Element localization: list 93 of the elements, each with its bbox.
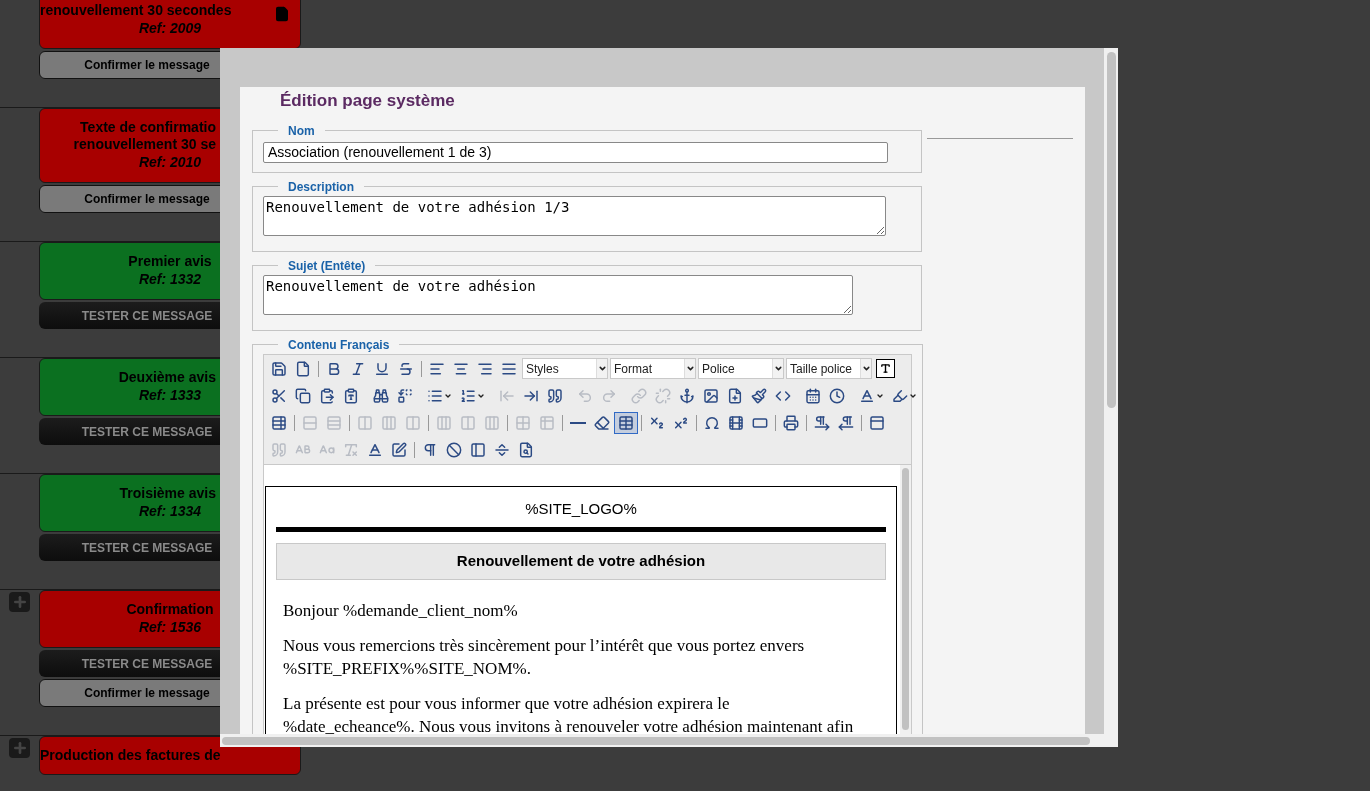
calendar-icon bbox=[805, 387, 821, 404]
letter-a-icon bbox=[367, 441, 383, 458]
columns-icon bbox=[484, 414, 500, 431]
caret-icon bbox=[597, 364, 607, 373]
link-icon bbox=[631, 387, 647, 404]
card-title: Confirmation bbox=[126, 601, 214, 618]
undo-icon bbox=[577, 387, 593, 404]
copy-icon bbox=[295, 387, 311, 404]
remove-format-icon bbox=[343, 441, 359, 458]
document-icon[interactable] bbox=[274, 6, 290, 22]
rows-icon bbox=[326, 414, 342, 431]
horizontal-line-icon bbox=[570, 421, 586, 424]
redo-icon bbox=[601, 387, 617, 404]
replace-icon bbox=[397, 387, 413, 404]
format-select[interactable]: Format bbox=[610, 358, 696, 379]
template-icon bbox=[869, 414, 885, 431]
card-title: Texte de confirmatio bbox=[80, 119, 216, 136]
quote-icon bbox=[547, 387, 563, 404]
no-entry-icon bbox=[446, 441, 462, 458]
card-title: Deuxième avis bbox=[118, 369, 216, 386]
page-icon bbox=[295, 360, 311, 377]
binoculars-icon bbox=[373, 387, 389, 404]
pilcrow-right-icon bbox=[814, 414, 830, 431]
card-ref: Ref: 1334 bbox=[138, 502, 202, 521]
anchor-icon bbox=[679, 387, 695, 404]
underline-icon bbox=[374, 360, 390, 377]
plus-icon bbox=[11, 740, 28, 756]
card-ref: Ref: 1536 bbox=[138, 618, 202, 637]
strikethrough-icon bbox=[398, 360, 414, 377]
letter-t-icon bbox=[880, 363, 891, 374]
file-plus-icon bbox=[727, 387, 743, 404]
preview-icon bbox=[518, 441, 534, 458]
scissors-icon bbox=[271, 387, 287, 404]
paste-icon bbox=[319, 387, 335, 404]
scrollbar[interactable] bbox=[1104, 48, 1118, 747]
caret-icon bbox=[685, 364, 695, 373]
plus-icon bbox=[11, 594, 28, 610]
columns-icon bbox=[381, 414, 397, 431]
card-title: renouvellement 30 secondes bbox=[40, 2, 232, 19]
layout-icon bbox=[470, 441, 486, 458]
card-ref: Ref: 1333 bbox=[138, 386, 202, 405]
bold-icon bbox=[326, 360, 342, 377]
unlink-icon bbox=[655, 387, 671, 404]
toolbar-button[interactable] bbox=[876, 359, 895, 378]
rows-icon bbox=[302, 414, 318, 431]
columns-icon bbox=[460, 414, 476, 431]
printer-icon bbox=[783, 414, 799, 431]
pilcrow-icon bbox=[422, 441, 438, 458]
pilcrow-left-icon bbox=[838, 414, 854, 431]
page-break-icon bbox=[494, 441, 510, 458]
clock-icon bbox=[829, 387, 845, 404]
caret-icon bbox=[861, 364, 871, 373]
card-ref: Ref: 2010 bbox=[138, 153, 202, 172]
format-select[interactable]: Styles bbox=[522, 358, 608, 379]
save-icon bbox=[271, 360, 287, 377]
text-color-icon bbox=[859, 387, 875, 404]
image-icon bbox=[703, 387, 719, 404]
grid-icon bbox=[515, 414, 531, 431]
card-title: Premier avis bbox=[128, 253, 212, 270]
table-edit-icon bbox=[271, 414, 287, 431]
italic-icon bbox=[350, 360, 366, 377]
quote-marks-icon bbox=[271, 441, 287, 458]
form-edit-icon bbox=[391, 441, 407, 458]
card-ref: Ref: 1332 bbox=[138, 270, 202, 289]
email-heading: Renouvellement de votre adhésion bbox=[276, 543, 886, 580]
card-title: renouvellement 30 se bbox=[73, 136, 216, 153]
format-select[interactable]: Police bbox=[698, 358, 784, 379]
numbered-list-icon bbox=[460, 387, 476, 404]
text-area[interactable]: Renouvellement de votre adhésion bbox=[263, 274, 853, 315]
omega-icon bbox=[704, 414, 720, 431]
toolbar-button[interactable] bbox=[614, 411, 638, 434]
columns-icon bbox=[405, 414, 421, 431]
paintbrush-icon bbox=[751, 387, 767, 404]
cells-icon bbox=[539, 414, 555, 431]
paste-text-icon bbox=[343, 387, 359, 404]
columns-icon bbox=[357, 414, 373, 431]
field-legend: Contenu Français bbox=[278, 335, 400, 354]
highlighter-icon bbox=[892, 387, 908, 404]
name-field[interactable]: Association (renouvellement 1 de 3) bbox=[263, 141, 888, 163]
scrollbar[interactable] bbox=[900, 464, 911, 734]
format-select[interactable]: Taille police bbox=[786, 358, 872, 379]
columns-icon bbox=[436, 414, 452, 431]
scrollbar[interactable] bbox=[220, 734, 1104, 747]
text-area[interactable]: Renouvellement de votre adhésion 1/3 bbox=[263, 195, 886, 236]
logo-placeholder: %SITE_LOGO% bbox=[524, 498, 638, 519]
card-title: Production des factures de bbox=[40, 747, 221, 764]
card-title: Troisième avis bbox=[119, 485, 216, 502]
email-paragraph: La présente est pour vous informer que votre adhésion expirera le %date_echeance%. Nous vous invitons à renouveler votre adhésion maintenant afin bbox=[283, 693, 855, 734]
table-icon bbox=[618, 414, 634, 431]
card-ref: Ref: 2009 bbox=[138, 19, 202, 38]
film-icon bbox=[728, 414, 744, 431]
eraser-icon bbox=[594, 414, 610, 431]
caret-icon bbox=[773, 364, 783, 373]
